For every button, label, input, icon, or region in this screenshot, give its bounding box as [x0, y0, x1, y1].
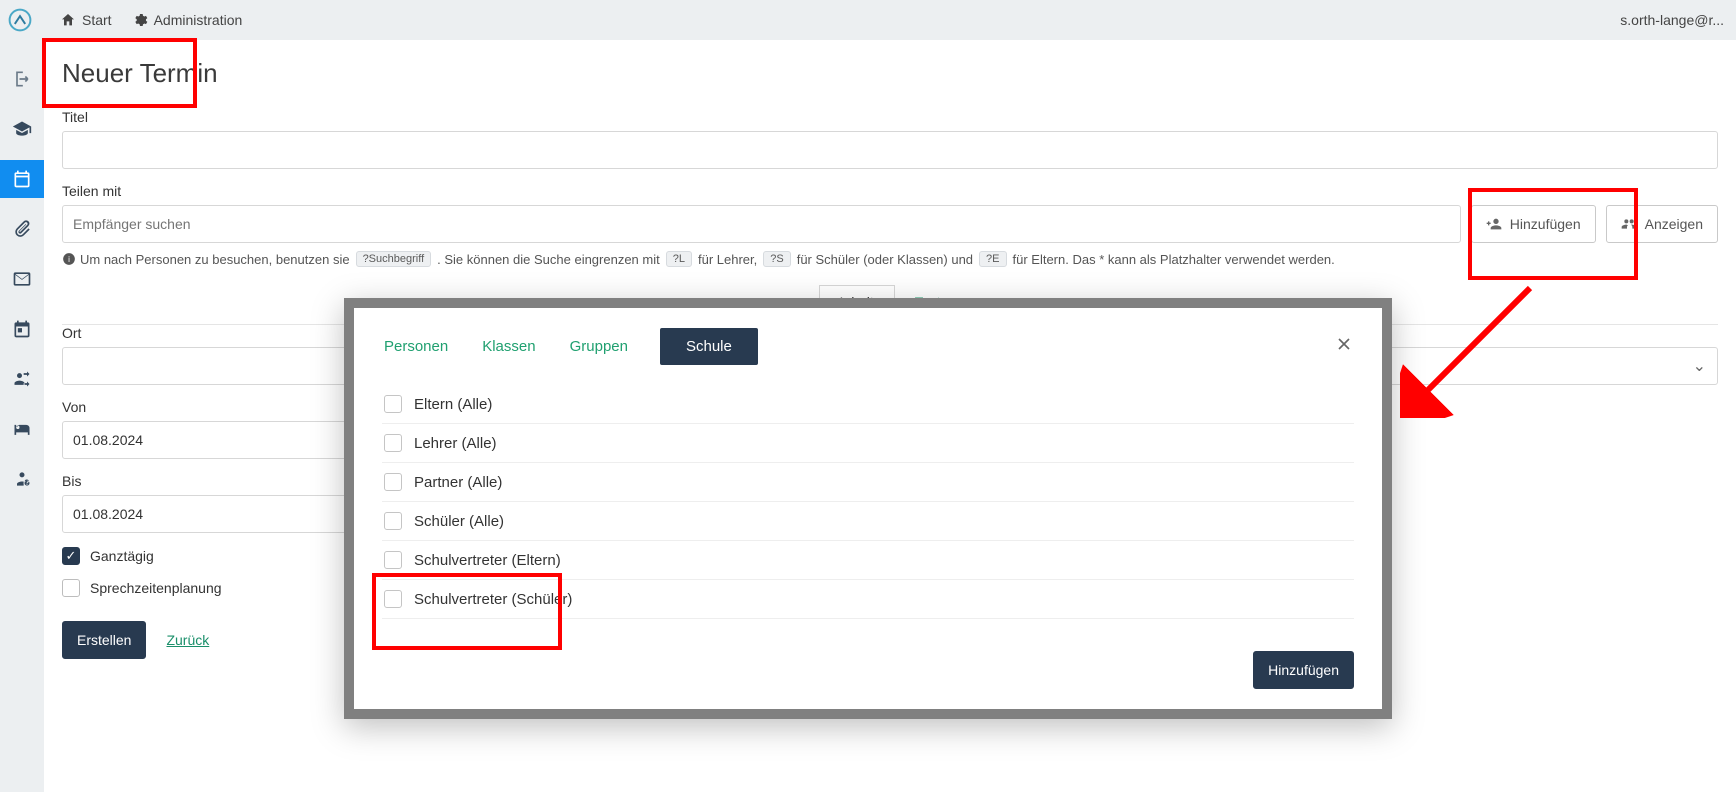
- checkbox-icon: [384, 512, 402, 530]
- add-recipient-label: Hinzufügen: [1510, 216, 1581, 232]
- add-recipient-button[interactable]: Hinzufügen: [1471, 205, 1596, 243]
- logo-icon: [7, 7, 33, 33]
- close-icon: [1334, 334, 1354, 354]
- checkbox-icon: [384, 434, 402, 452]
- rail-academic[interactable]: [0, 110, 44, 148]
- back-link[interactable]: Zurück: [166, 632, 209, 648]
- sprech-label: Sprechzeitenplanung: [90, 580, 222, 596]
- nav-start[interactable]: Start: [60, 12, 112, 28]
- chevron-down-icon: ⌄: [1693, 356, 1706, 376]
- nav-admin[interactable]: Administration: [132, 12, 243, 28]
- rail-people[interactable]: [0, 360, 44, 398]
- svg-text:i: i: [68, 255, 70, 264]
- title-input[interactable]: [62, 131, 1718, 169]
- allday-label: Ganztägig: [90, 548, 154, 564]
- list-item-label: Partner (Alle): [414, 474, 502, 491]
- add-recipients-modal: Personen Klassen Gruppen Schule Eltern (…: [344, 298, 1392, 719]
- checkbox-icon: [384, 551, 402, 569]
- checkbox-icon: [384, 473, 402, 491]
- modal-add-button[interactable]: Hinzufügen: [1253, 651, 1354, 689]
- bis-input[interactable]: [62, 495, 362, 533]
- calendar-alt-icon: [12, 319, 32, 339]
- rail-calendar[interactable]: [0, 160, 44, 198]
- list-item[interactable]: Schulvertreter (Eltern): [382, 541, 1354, 580]
- calendar-icon: [12, 169, 32, 189]
- modal-tabs: Personen Klassen Gruppen Schule: [382, 328, 1354, 365]
- show-recipients-label: Anzeigen: [1645, 216, 1703, 232]
- checkbox-unchecked-icon: [62, 579, 80, 597]
- create-label: Erstellen: [77, 632, 131, 648]
- home-icon: [60, 12, 76, 28]
- list-item-label: Eltern (Alle): [414, 396, 492, 413]
- list-item[interactable]: Schüler (Alle): [382, 502, 1354, 541]
- list-item-label: Schulvertreter (Eltern): [414, 552, 561, 569]
- modal-list: Eltern (Alle) Lehrer (Alle) Partner (All…: [382, 385, 1354, 637]
- topbar-user[interactable]: s.orth-lange@r...: [1620, 12, 1724, 28]
- checkbox-icon: [384, 590, 402, 608]
- rail-bed[interactable]: [0, 410, 44, 448]
- rail-mail[interactable]: [0, 260, 44, 298]
- attachment-icon: [12, 219, 32, 239]
- title-label: Titel: [62, 109, 1718, 125]
- graduation-icon: [12, 119, 32, 139]
- topbar: Start Administration s.orth-lange@r...: [0, 0, 1736, 40]
- list-item-label: Lehrer (Alle): [414, 435, 497, 452]
- share-input[interactable]: [62, 205, 1461, 243]
- modal-tab-gruppen[interactable]: Gruppen: [568, 330, 630, 363]
- user-plus-icon: [1486, 216, 1502, 232]
- list-item-label: Schulvertreter (Schüler): [414, 591, 572, 608]
- modal-tab-klassen[interactable]: Klassen: [480, 330, 537, 363]
- von-input[interactable]: [62, 421, 362, 459]
- person-help-icon: [12, 469, 32, 489]
- users-icon: [1621, 216, 1637, 232]
- topbar-nav: Start Administration: [60, 12, 242, 28]
- list-item[interactable]: Schulvertreter (Schüler): [382, 580, 1354, 619]
- checkbox-checked-icon: ✓: [62, 547, 80, 565]
- gear-icon: [132, 12, 148, 28]
- modal-close-button[interactable]: [1334, 334, 1354, 359]
- rail-logout[interactable]: [0, 60, 44, 98]
- list-item[interactable]: Lehrer (Alle): [382, 424, 1354, 463]
- create-button[interactable]: Erstellen: [62, 621, 146, 659]
- bed-icon: [12, 419, 32, 439]
- share-hint: i Um nach Personen zu besuchen, benutzen…: [62, 251, 1718, 267]
- people-swap-icon: [12, 369, 32, 389]
- info-icon: i: [62, 252, 76, 266]
- list-item[interactable]: Eltern (Alle): [382, 385, 1354, 424]
- rail-schedule[interactable]: [0, 310, 44, 348]
- mail-icon: [12, 269, 32, 289]
- page-title: Neuer Termin: [62, 58, 1718, 89]
- rail-attach[interactable]: [0, 210, 44, 248]
- app-logo[interactable]: [0, 0, 40, 40]
- show-recipients-button[interactable]: Anzeigen: [1606, 205, 1718, 243]
- modal-tab-personen[interactable]: Personen: [382, 330, 450, 363]
- modal-tab-schule[interactable]: Schule: [660, 328, 758, 365]
- left-rail: [0, 40, 44, 792]
- list-item-label: Schüler (Alle): [414, 513, 504, 530]
- list-item[interactable]: Partner (Alle): [382, 463, 1354, 502]
- rail-help[interactable]: [0, 460, 44, 498]
- modal-add-label: Hinzufügen: [1268, 662, 1339, 678]
- logout-icon: [12, 69, 32, 89]
- nav-start-label: Start: [82, 12, 112, 28]
- share-label: Teilen mit: [62, 183, 1718, 199]
- checkbox-icon: [384, 395, 402, 413]
- nav-admin-label: Administration: [154, 12, 243, 28]
